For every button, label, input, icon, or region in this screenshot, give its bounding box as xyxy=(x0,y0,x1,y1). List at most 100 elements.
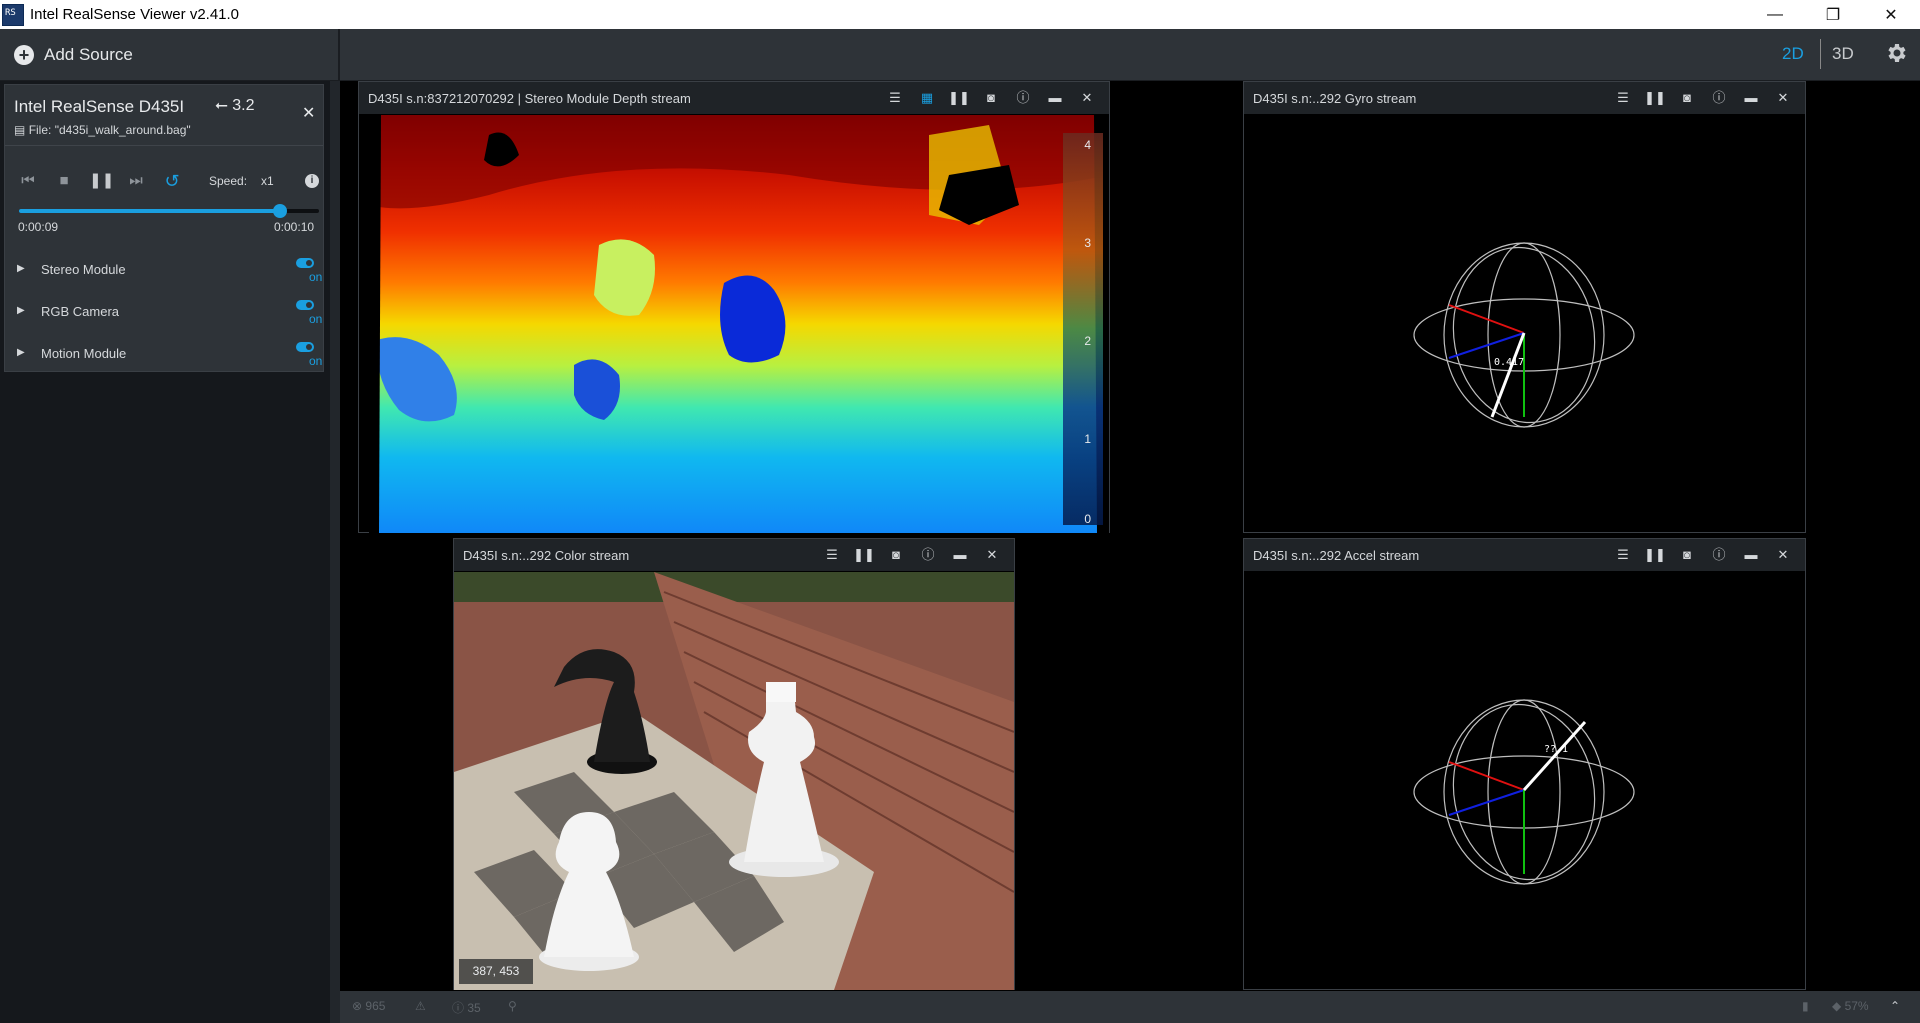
pause-icon[interactable]: ❚❚ xyxy=(943,90,975,106)
mode-3d-button[interactable]: 3D xyxy=(1832,44,1854,64)
gyro-visualization: 0.417 xyxy=(1413,242,1635,428)
slider-fill xyxy=(19,209,280,213)
remove-device-button[interactable]: ✕ xyxy=(302,103,315,123)
slider-thumb[interactable] xyxy=(273,204,287,218)
depth-image[interactable]: 4 3 2 1 0 xyxy=(369,115,1109,533)
maximize-icon[interactable]: ▬ xyxy=(1735,547,1767,563)
error-icon: ⊗ xyxy=(352,999,363,1013)
minimize-button[interactable]: — xyxy=(1746,0,1804,29)
module-label: Stereo Module xyxy=(41,262,126,277)
module-rgb-camera[interactable]: ▶ RGB Camera on xyxy=(17,300,327,330)
accel-value: ??.1 xyxy=(1544,744,1568,755)
expand-arrow-icon[interactable]: ▶ xyxy=(17,263,25,274)
maximize-icon[interactable]: ▬ xyxy=(944,547,976,563)
scale-label: 1 xyxy=(1084,432,1091,446)
toolbar-divider xyxy=(338,29,340,81)
playback-slider[interactable] xyxy=(19,204,319,218)
step-forward-icon[interactable]: ⏭ xyxy=(125,170,147,192)
info-icon[interactable]: ⓘ xyxy=(1703,90,1735,106)
toggle-switch[interactable] xyxy=(296,342,314,352)
maximize-icon[interactable]: ▬ xyxy=(1039,90,1071,106)
info-icon[interactable]: ⓘ xyxy=(1703,547,1735,563)
error-count-value: 965 xyxy=(365,999,386,1013)
total-time: 0:00:10 xyxy=(274,220,315,234)
drop-icon: ◆ xyxy=(1832,999,1842,1013)
camera-icon[interactable]: ◙ xyxy=(1671,90,1703,106)
toggle-state: on xyxy=(309,312,323,326)
pause-icon[interactable]: ❚❚ xyxy=(848,547,880,563)
playback-controls: ⏮ ■ ❚❚ ⏭ ↺ Speed: x1 i xyxy=(17,170,319,192)
pause-icon[interactable]: ❚❚ xyxy=(1639,547,1671,563)
gyro-value: 0.417 xyxy=(1494,357,1524,368)
list-icon[interactable]: ☰ xyxy=(816,547,848,563)
panel-title: D435I s.n:837212070292 | Stereo Module D… xyxy=(368,91,691,106)
device-file-label: ▤ File: "d435i_walk_around.bag" xyxy=(14,123,191,137)
toggle-switch[interactable] xyxy=(296,300,314,310)
cpu-usage: ◆ 57% xyxy=(1832,999,1869,1013)
status-bar: ⊗ 965 ⚠ ⓘ 35 ⚲ ▮ ◆ 57% ⌃ xyxy=(340,991,1920,1023)
color-image[interactable]: 387, 453 xyxy=(454,572,1014,990)
step-back-icon[interactable]: ⏮ xyxy=(17,170,39,192)
left-panel-scrollbar[interactable] xyxy=(330,81,340,1023)
list-icon[interactable]: ☰ xyxy=(879,90,911,106)
info-icon[interactable]: ⓘ xyxy=(912,547,944,563)
usb-icon: ⭠ xyxy=(215,97,228,114)
accel-stream-panel: D435I s.n:..292 Accel stream ☰ ❚❚ ◙ ⓘ ▬ … xyxy=(1243,538,1806,990)
histogram-icon[interactable]: ▦ xyxy=(911,90,943,106)
list-icon[interactable]: ☰ xyxy=(1607,90,1639,106)
panel-header: D435I s.n:837212070292 | Stereo Module D… xyxy=(359,82,1109,114)
scale-label: 0 xyxy=(1084,512,1091,526)
speed-value[interactable]: x1 xyxy=(261,174,274,188)
restore-button[interactable]: ❐ xyxy=(1804,0,1862,29)
module-label: RGB Camera xyxy=(41,304,120,319)
toggle-state: on xyxy=(309,354,323,368)
gear-icon[interactable] xyxy=(1884,41,1908,65)
device-name: Intel RealSense D435I xyxy=(14,97,185,116)
usb-indicator: ⭠ 3.2 xyxy=(215,97,255,115)
device-card: Intel RealSense D435I ⭠ 3.2 ✕ ▤ File: "d… xyxy=(4,84,324,372)
camera-icon[interactable]: ◙ xyxy=(880,547,912,563)
close-icon[interactable]: ✕ xyxy=(1767,547,1799,563)
search-icon[interactable]: ⚲ xyxy=(508,999,517,1013)
pause-icon[interactable]: ❚❚ xyxy=(1639,90,1671,106)
battery-icon: ▮ xyxy=(1802,999,1809,1013)
pixel-coordinates: 387, 453 xyxy=(459,959,533,984)
maximize-icon[interactable]: ▬ xyxy=(1735,90,1767,106)
info-count[interactable]: ⓘ 35 xyxy=(452,999,481,1016)
info-icon[interactable]: ⓘ xyxy=(1007,90,1039,106)
pause-icon[interactable]: ❚❚ xyxy=(89,170,114,192)
current-time: 0:00:09 xyxy=(18,220,59,234)
loop-icon[interactable]: ↺ xyxy=(161,170,183,192)
accel-visualization: ??.1 xyxy=(1413,699,1635,885)
mode-2d-button[interactable]: 2D xyxy=(1782,44,1804,64)
toggle-switch[interactable] xyxy=(296,258,314,268)
close-icon[interactable]: ✕ xyxy=(1767,90,1799,106)
expand-arrow-icon[interactable]: ▶ xyxy=(17,305,25,316)
stop-icon[interactable]: ■ xyxy=(53,170,75,192)
speed-label: Speed: xyxy=(209,174,248,188)
module-motion[interactable]: ▶ Motion Module on xyxy=(17,342,327,372)
panel-title: D435I s.n:..292 Color stream xyxy=(463,548,630,563)
camera-icon[interactable]: ◙ xyxy=(975,90,1007,106)
panel-header: D435I s.n:..292 Gyro stream ☰ ❚❚ ◙ ⓘ ▬ ✕ xyxy=(1244,82,1805,114)
expand-icon[interactable]: ⌃ xyxy=(1890,999,1900,1013)
expand-arrow-icon[interactable]: ▶ xyxy=(17,347,25,358)
top-toolbar: + Add Source 2D 3D xyxy=(0,29,1920,81)
error-count[interactable]: ⊗ 965 xyxy=(352,999,385,1013)
close-window-button[interactable]: ✕ xyxy=(1862,0,1920,29)
depth-stream-panel: D435I s.n:837212070292 | Stereo Module D… xyxy=(358,81,1110,533)
toggle-state: on xyxy=(309,270,323,284)
close-icon[interactable]: ✕ xyxy=(976,547,1008,563)
scale-label: 2 xyxy=(1084,334,1091,348)
mode-separator xyxy=(1820,39,1821,69)
panel-header: D435I s.n:..292 Accel stream ☰ ❚❚ ◙ ⓘ ▬ … xyxy=(1244,539,1805,571)
panel-title: D435I s.n:..292 Gyro stream xyxy=(1253,91,1417,106)
info-icon[interactable]: i xyxy=(305,174,319,188)
add-source-button[interactable]: + Add Source xyxy=(14,39,133,71)
camera-icon[interactable]: ◙ xyxy=(1671,547,1703,563)
warning-icon[interactable]: ⚠ xyxy=(415,999,426,1013)
module-stereo[interactable]: ▶ Stereo Module on xyxy=(17,258,327,288)
close-icon[interactable]: ✕ xyxy=(1071,90,1103,106)
title-bar: Intel RealSense Viewer v2.41.0 — ❐ ✕ xyxy=(0,0,1920,29)
list-icon[interactable]: ☰ xyxy=(1607,547,1639,563)
